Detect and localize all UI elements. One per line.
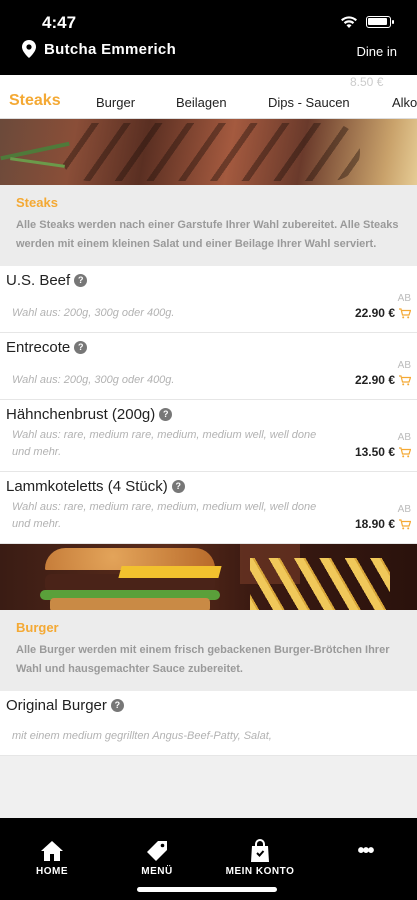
nav-label: MENÜ [141,866,173,877]
location-selector[interactable]: Butcha Emmerich [22,40,176,58]
nav-label: MEIN KONTO [225,866,295,877]
menu-content[interactable]: Steaks Alle Steaks werden nach einer Gar… [0,119,417,818]
menu-item-entrecote[interactable]: Entrecote? Wahl aus: 200g, 300g oder 400… [0,333,417,400]
tab-burger[interactable]: Burger [96,95,135,110]
category-title: Steaks [16,195,58,210]
item-description: Wahl aus: rare, medium rare, medium, med… [12,429,317,458]
steak-banner-image [0,119,417,185]
cart-icon[interactable] [399,307,411,319]
category-info-burger: Burger Alle Burger werden mit einem fris… [0,610,417,691]
menu-item-original-burger[interactable]: Original Burger? mit einem medium gegril… [0,691,417,756]
info-icon[interactable]: ? [159,408,173,421]
info-icon[interactable]: ? [110,699,124,712]
tab-dips-saucen[interactable]: Dips - Saucen [268,95,350,110]
peek-price: 8.50 € [350,75,384,89]
item-price: 22.90 € [354,306,395,320]
dine-in-toggle[interactable]: Dine in [357,44,397,59]
info-icon[interactable]: ? [171,480,185,493]
menu-item-lammkoteletts[interactable]: Lammkoteletts (4 Stück)? Wahl aus: rare,… [0,472,417,544]
more-icon: ••• [357,839,374,862]
item-price: 22.90 € [354,373,395,387]
price-prefix: AB [397,293,411,304]
burger-banner-image [0,544,417,610]
category-title: Burger [16,620,59,635]
item-name: U.S. Beef [6,272,71,289]
nav-menu[interactable]: MENÜ [112,838,202,877]
home-indicator [137,887,277,892]
item-name: Lammkoteletts (4 Stück) [6,478,168,495]
menu-item-us-beef[interactable]: U.S. Beef? Wahl aus: 200g, 300g oder 400… [0,266,417,333]
nav-label: HOME [36,866,68,877]
location-pin-icon [22,40,36,58]
category-description: Alle Steaks werden nach einer Garstufe I… [16,219,399,250]
cart-icon[interactable] [399,374,411,386]
price-prefix: AB [397,360,411,371]
price-prefix: AB [397,432,411,443]
wifi-icon [341,16,357,28]
home-icon [41,841,63,861]
item-name: Entrecote [6,339,71,356]
info-icon[interactable]: ? [74,274,88,287]
status-time: 4:47 [42,13,77,32]
category-info-steaks: Steaks Alle Steaks werden nach einer Gar… [0,185,417,266]
nav-more[interactable]: ••• [320,838,410,864]
cart-icon[interactable] [399,518,411,530]
item-description: mit einem medium gegrillten Angus-Beef-P… [12,730,272,742]
item-description: Wahl aus: rare, medium rare, medium, med… [12,501,317,530]
item-name: Original Burger [6,697,107,714]
item-price: 13.50 € [354,445,395,459]
item-name: Hähnchenbrust (200g) [6,406,156,423]
info-icon[interactable]: ? [74,341,88,354]
tab-alkohol[interactable]: Alko [392,95,417,110]
item-description: Wahl aus: 200g, 300g oder 400g. [12,374,175,386]
category-description: Alle Burger werden mit einem frisch geba… [16,644,390,675]
cart-icon[interactable] [399,446,411,458]
restaurant-name: Butcha Emmerich [44,40,177,58]
menu-item-haehnchenbrust[interactable]: Hähnchenbrust (200g)? Wahl aus: rare, me… [0,400,417,472]
item-description: Wahl aus: 200g, 300g oder 400g. [12,307,175,319]
price-prefix: AB [397,504,411,515]
nav-home[interactable]: HOME [7,838,97,877]
battery-icon [366,16,394,28]
nav-account[interactable]: MEIN KONTO [215,838,305,877]
item-price: 18.90 € [354,517,395,531]
category-tabs: 8.50 € Steaks Burger Beilagen Dips - Sau… [0,75,417,119]
tab-beilagen[interactable]: Beilagen [176,95,227,110]
tag-icon [147,841,167,861]
shopping-bag-icon [251,839,269,862]
top-bar: 4:47 Butcha Emmerich Dine in [0,0,417,75]
status-icons [340,15,394,29]
tab-steaks[interactable]: Steaks [9,92,61,110]
